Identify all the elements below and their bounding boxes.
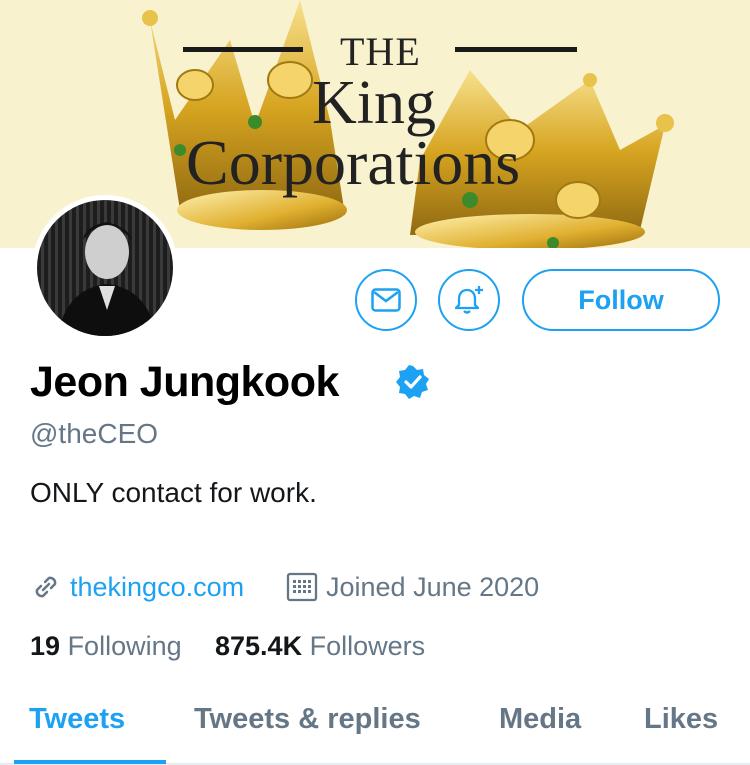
tab-tweets-replies[interactable]: Tweets & replies bbox=[194, 703, 421, 736]
joined-row: Joined June 2020 bbox=[286, 570, 539, 604]
tab-media[interactable]: Media bbox=[499, 703, 581, 736]
follow-button-label: Follow bbox=[578, 284, 664, 315]
tab-tweets[interactable]: Tweets bbox=[29, 703, 125, 736]
banner-line-corporations: Corporations bbox=[186, 127, 521, 198]
followers-label: Followers bbox=[309, 631, 426, 661]
followers-stat[interactable]: 875.4K Followers bbox=[215, 631, 425, 662]
banner-rule-left bbox=[183, 47, 303, 52]
link-icon bbox=[35, 576, 57, 598]
website-link[interactable]: thekingco.com bbox=[70, 572, 244, 603]
following-label: Following bbox=[67, 631, 182, 661]
joined-date: Joined June 2020 bbox=[326, 571, 540, 602]
person-silhouette bbox=[57, 222, 157, 336]
following-count: 19 bbox=[30, 631, 61, 661]
profile-handle: @theCEO bbox=[30, 418, 159, 449]
verified-badge-icon bbox=[396, 365, 429, 399]
tab-likes[interactable]: Likes bbox=[644, 703, 718, 736]
calendar-icon bbox=[286, 572, 318, 602]
notifications-button[interactable] bbox=[438, 269, 500, 331]
bell-plus-icon bbox=[454, 286, 483, 314]
message-button[interactable] bbox=[355, 269, 417, 331]
follow-button[interactable]: Follow bbox=[522, 269, 720, 331]
website-row[interactable]: thekingco.com bbox=[30, 570, 244, 604]
avatar[interactable] bbox=[32, 195, 178, 341]
envelope-icon bbox=[371, 288, 401, 312]
avatar-photo bbox=[37, 200, 173, 336]
following-stat[interactable]: 19 Following bbox=[30, 631, 182, 662]
banner-rule-right bbox=[455, 47, 577, 52]
followers-count: 875.4K bbox=[215, 631, 303, 661]
profile-name: Jeon Jungkook bbox=[30, 358, 339, 406]
profile-bio: ONLY contact for work. bbox=[30, 477, 317, 508]
active-tab-indicator bbox=[14, 760, 166, 764]
